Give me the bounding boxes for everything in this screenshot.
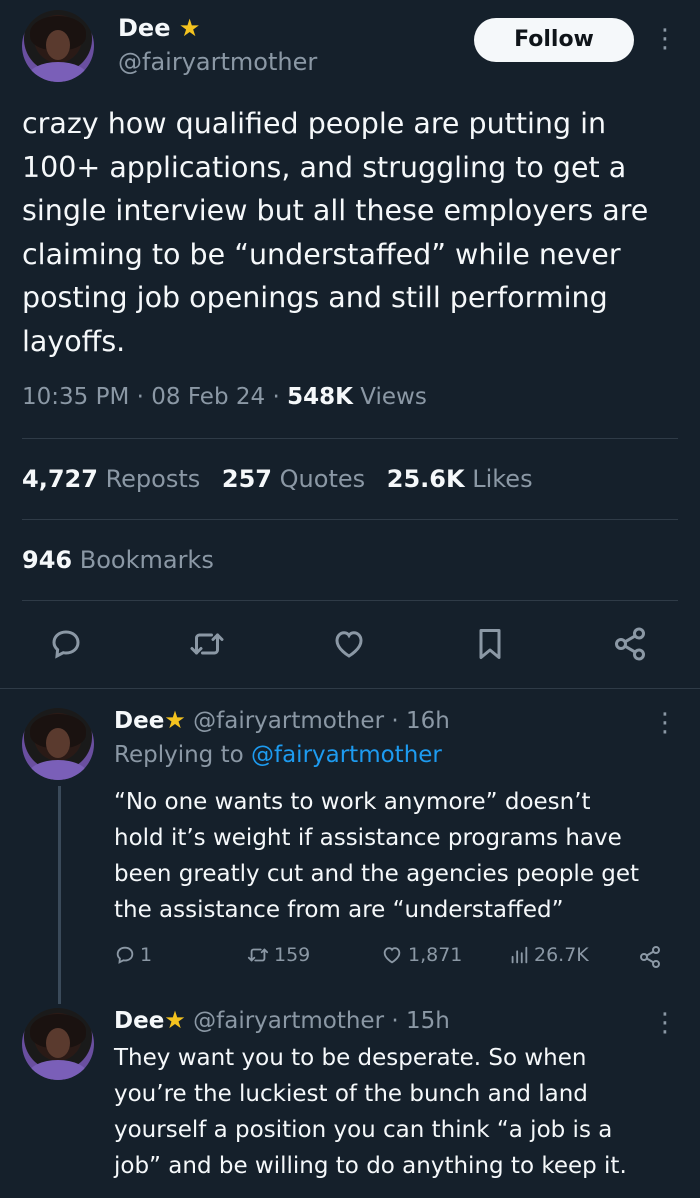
views-label: Views: [360, 384, 427, 410]
quotes-stat[interactable]: 257 Quotes: [222, 465, 365, 493]
star-icon: ★: [164, 1006, 186, 1034]
author-handle[interactable]: @fairyartmother: [118, 48, 317, 76]
engagement-stats: 4,727 Reposts 257 Quotes 25.6K Likes: [22, 465, 547, 493]
repost-icon: [247, 948, 269, 962]
likes-stat[interactable]: 25.6K Likes: [387, 465, 533, 493]
thread-line: [58, 786, 61, 1004]
like-icon[interactable]: [331, 626, 367, 662]
repost-icon[interactable]: [189, 626, 225, 662]
reply-header: Dee★ @fairyartmother · 16h: [114, 706, 450, 734]
avatar[interactable]: [22, 10, 94, 82]
reply-text: “No one wants to work anymore” doesn’t h…: [114, 789, 640, 923]
views-button[interactable]: 26.7K: [508, 944, 589, 966]
more-options-icon[interactable]: ⋮: [652, 1010, 678, 1036]
replying-to-link[interactable]: @fairyartmother: [251, 742, 442, 768]
reply-icon: [116, 946, 134, 964]
tweet-meta: 10:35 PM · 08 Feb 24 · 548K Views: [22, 384, 427, 410]
tweet-date: 08 Feb 24: [151, 384, 266, 410]
views-count: 548K: [287, 384, 353, 410]
bookmark-icon[interactable]: [472, 626, 508, 662]
repost-button[interactable]: 159: [246, 944, 310, 966]
avatar[interactable]: [22, 1008, 94, 1080]
replying-to: Replying to @fairyartmother: [114, 742, 442, 768]
star-icon: ★: [178, 14, 201, 42]
more-options-icon[interactable]: ⋮: [652, 710, 678, 736]
reply-button[interactable]: 1: [114, 944, 152, 966]
avatar[interactable]: [22, 708, 94, 780]
bookmarks-stat[interactable]: 946 Bookmarks: [22, 546, 214, 574]
like-icon: [383, 947, 401, 964]
views-icon: [511, 946, 528, 964]
author-name[interactable]: Dee ★: [118, 14, 200, 42]
reposts-stat[interactable]: 4,727 Reposts: [22, 465, 200, 493]
tweet-text: crazy how qualified people are putting i…: [22, 107, 649, 358]
like-button[interactable]: 1,871: [380, 944, 462, 966]
reply-header: Dee★ @fairyartmother · 15h: [114, 1006, 450, 1034]
share-icon[interactable]: [638, 945, 662, 969]
reply-icon[interactable]: [48, 626, 84, 662]
follow-button[interactable]: Follow: [474, 18, 634, 62]
tweet-time: 10:35 PM: [22, 384, 130, 410]
share-icon[interactable]: [612, 626, 648, 662]
reply-text: They want you to be desperate. So when y…: [114, 1045, 627, 1179]
more-options-icon[interactable]: ⋮: [652, 26, 678, 52]
star-icon: ★: [164, 706, 186, 734]
